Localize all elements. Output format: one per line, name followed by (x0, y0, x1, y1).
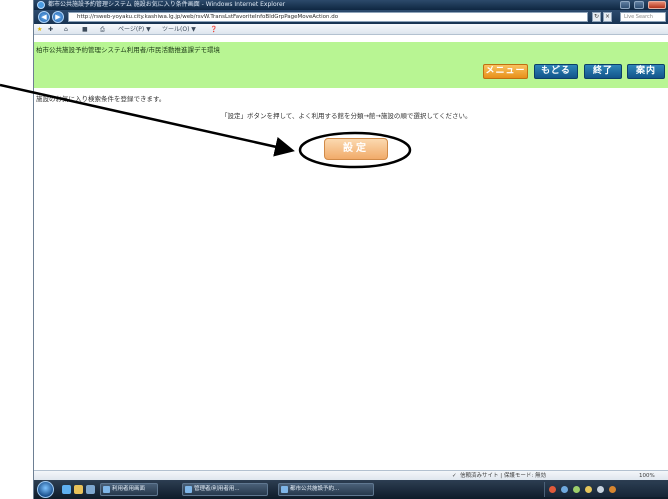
annotation-overlay (0, 83, 412, 169)
annotation-arrow (0, 83, 295, 157)
screenshot-stage: 都市公共施設予約管理システム 施設お気に入り条件画面 - Windows Int… (0, 0, 668, 499)
annotation-ellipse (298, 131, 412, 169)
